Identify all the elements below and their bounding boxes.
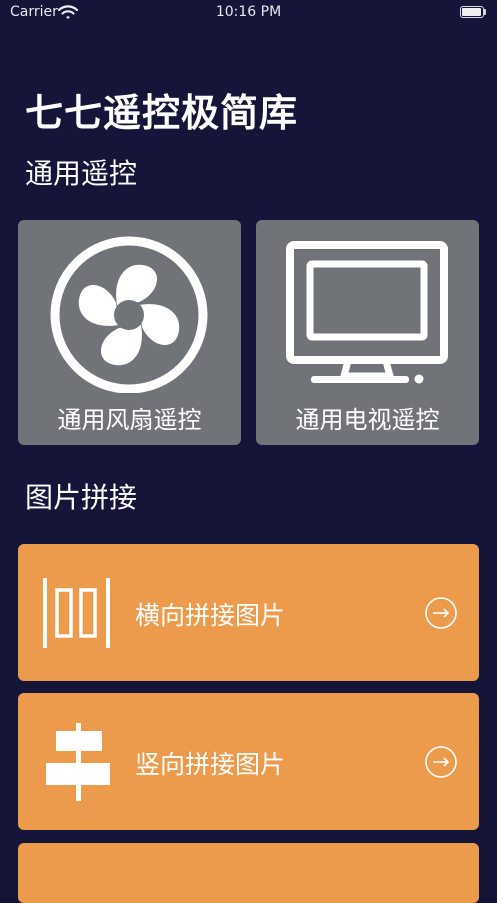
fan-remote-label: 通用风扇遥控 [57,406,202,434]
tv-icon [286,241,448,384]
arrow-right-circle-icon [425,597,457,629]
vertical-stitch-row[interactable]: 竖向拼接图片 [18,693,479,830]
status-bar: Carrier 10:16 PM [0,0,497,26]
vertical-stitch-icon [46,723,110,801]
section-title-remote: 通用遥控 [25,157,138,190]
horizontal-stitch-row[interactable]: 横向拼接图片 [18,544,479,681]
vertical-stitch-label: 竖向拼接图片 [135,750,286,779]
fan-icon [50,236,208,393]
app-title: 七七遥控极简库 [25,91,299,135]
partial-row[interactable] [18,843,479,903]
tv-remote-label: 通用电视遥控 [295,406,440,434]
horizontal-stitch-icon [43,578,110,648]
section-title-stitch: 图片拼接 [25,481,138,514]
battery-icon [460,6,486,18]
horizontal-stitch-label: 横向拼接图片 [135,601,286,630]
tv-remote-card[interactable]: 通用电视遥控 [256,220,479,445]
arrow-right-circle-icon [425,746,457,778]
fan-remote-card[interactable]: 通用风扇遥控 [18,220,241,445]
status-time: 10:16 PM [215,4,282,20]
